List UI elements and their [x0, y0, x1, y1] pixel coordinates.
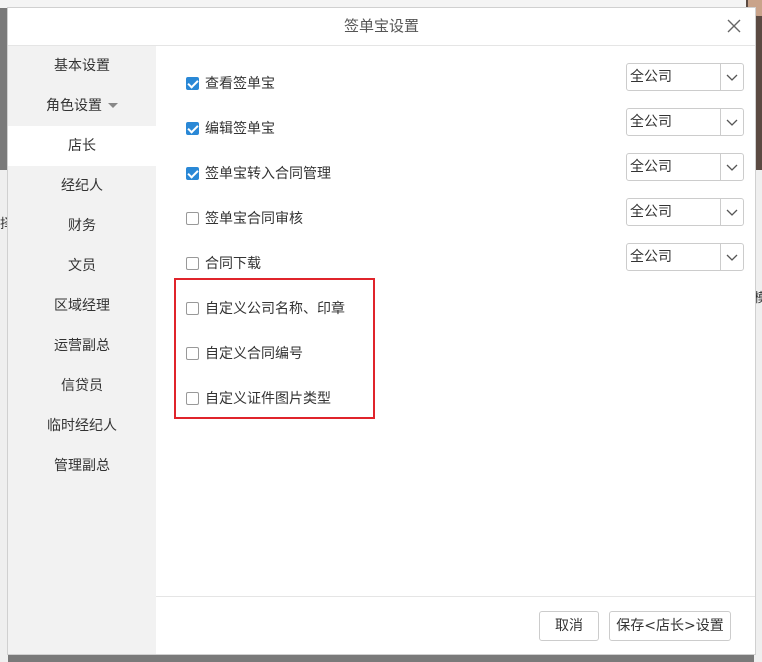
background-right-text: 模 — [754, 291, 762, 306]
chevron-down-icon — [720, 64, 743, 90]
scope-select-value: 全公司 — [630, 249, 672, 265]
sidebar-item-label: 经纪人 — [61, 178, 103, 194]
permission-checkbox[interactable] — [186, 77, 199, 90]
settings-dialog: 签单宝设置 基本设置 角色设置 店长 经纪人 财务 文员 区域经理 运营副总 信… — [8, 8, 755, 654]
sidebar-item-label: 临时经纪人 — [47, 418, 117, 434]
scope-select[interactable]: 全公司 — [626, 63, 744, 91]
caret-down-icon — [108, 102, 118, 108]
scope-select[interactable]: 全公司 — [626, 198, 744, 226]
sidebar-item-label: 区域经理 — [54, 298, 110, 314]
permission-checkbox[interactable] — [186, 167, 199, 180]
sidebar-item-finance[interactable]: 财务 — [8, 206, 156, 246]
chevron-down-icon — [720, 154, 743, 180]
sidebar-item-role-settings[interactable]: 角色设置 — [8, 86, 156, 126]
permission-row: 合同下载 全公司 — [186, 243, 746, 278]
sidebar-item-label: 管理副总 — [54, 458, 110, 474]
sidebar-item-clerk[interactable]: 文员 — [8, 246, 156, 286]
dialog-header: 签单宝设置 — [8, 8, 755, 46]
permission-label: 签单宝转入合同管理 — [205, 166, 331, 182]
background-left-panel — [0, 170, 8, 662]
permission-row: 查看签单宝 全公司 — [186, 63, 746, 98]
sidebar-item-label: 文员 — [68, 258, 96, 274]
scope-select-value: 全公司 — [630, 204, 672, 220]
chevron-down-icon — [720, 199, 743, 225]
scope-select-value: 全公司 — [630, 114, 672, 130]
permission-label: 查看签单宝 — [205, 76, 275, 92]
sidebar-item-basic-settings[interactable]: 基本设置 — [8, 46, 156, 86]
sidebar-item-label: 财务 — [68, 218, 96, 234]
sidebar-item-label: 信贷员 — [61, 378, 103, 394]
dialog-footer: 取消 保存<店长>设置 — [156, 596, 755, 655]
permission-checkbox[interactable] — [186, 212, 199, 225]
permission-checkbox[interactable] — [186, 257, 199, 270]
role-sidebar: 基本设置 角色设置 店长 经纪人 财务 文员 区域经理 运营副总 信贷员 临时经… — [8, 46, 156, 654]
highlight-box — [174, 278, 375, 419]
permission-row: 签单宝转入合同管理 全公司 — [186, 153, 746, 188]
permission-checkbox[interactable] — [186, 122, 199, 135]
sidebar-item-regional-manager[interactable]: 区域经理 — [8, 286, 156, 326]
sidebar-item-label: 角色设置 — [46, 98, 102, 114]
permission-label: 合同下载 — [205, 256, 261, 272]
chevron-down-icon — [720, 109, 743, 135]
scope-select[interactable]: 全公司 — [626, 108, 744, 136]
sidebar-item-temp-agent[interactable]: 临时经纪人 — [8, 406, 156, 446]
scope-select[interactable]: 全公司 — [626, 243, 744, 271]
sidebar-item-store-manager[interactable]: 店长 — [8, 126, 156, 166]
close-icon[interactable] — [723, 14, 745, 36]
background-app-strip — [0, 0, 762, 8]
permission-row: 编辑签单宝 全公司 — [186, 108, 746, 143]
chevron-down-icon — [720, 244, 743, 270]
sidebar-item-label: 店长 — [68, 138, 96, 154]
permission-label: 签单宝合同审核 — [205, 211, 303, 227]
permission-label: 编辑签单宝 — [205, 121, 275, 137]
dialog-title: 签单宝设置 — [343, 17, 419, 35]
background-right-panel — [754, 170, 762, 662]
sidebar-item-loan-officer[interactable]: 信贷员 — [8, 366, 156, 406]
sidebar-item-agent[interactable]: 经纪人 — [8, 166, 156, 206]
scope-select-value: 全公司 — [630, 159, 672, 175]
sidebar-item-label: 运营副总 — [54, 338, 110, 354]
scope-select-value: 全公司 — [630, 69, 672, 85]
background-left-text: 择 — [0, 217, 8, 232]
sidebar-item-management-vp[interactable]: 管理副总 — [8, 446, 156, 486]
sidebar-item-label: 基本设置 — [54, 58, 110, 74]
save-button[interactable]: 保存<店长>设置 — [609, 611, 731, 641]
cancel-button[interactable]: 取消 — [539, 611, 599, 641]
sidebar-item-operations-vp[interactable]: 运营副总 — [8, 326, 156, 366]
scope-select[interactable]: 全公司 — [626, 153, 744, 181]
permission-row: 签单宝合同审核 全公司 — [186, 198, 746, 233]
